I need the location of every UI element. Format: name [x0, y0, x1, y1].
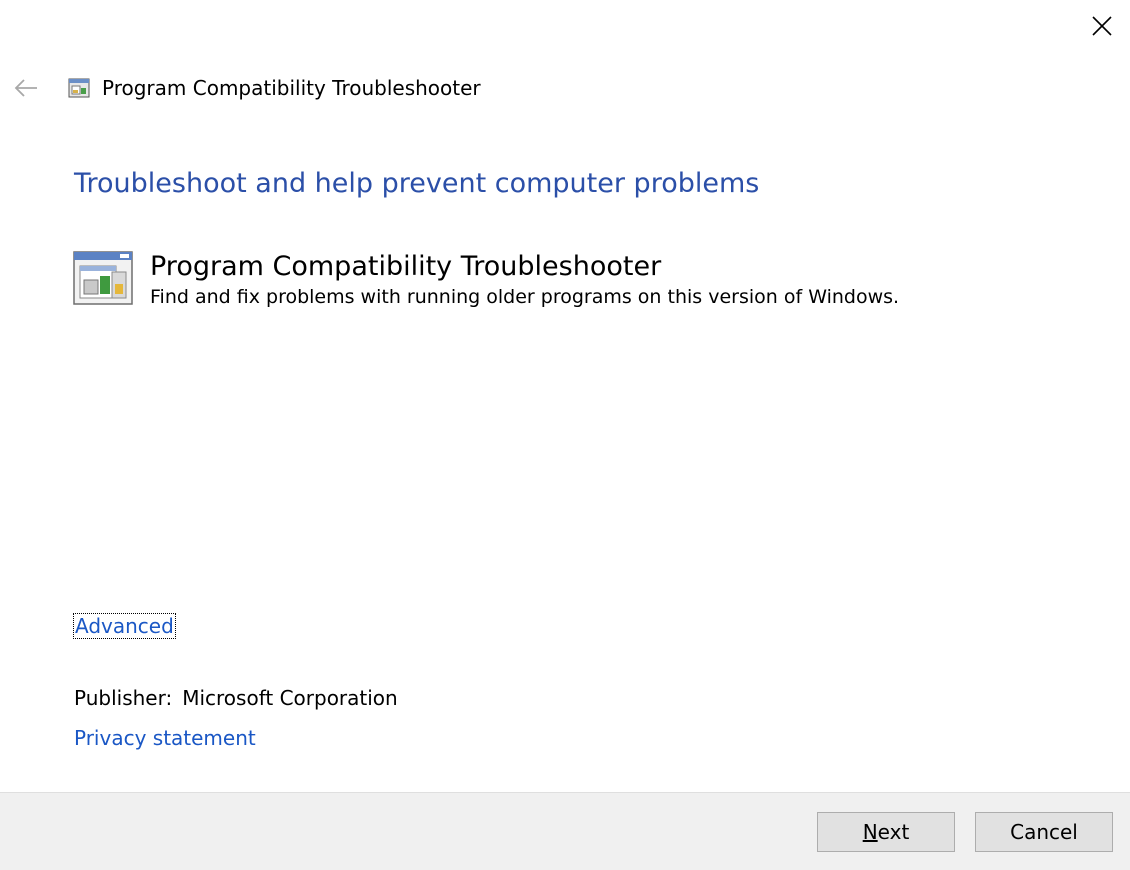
- button-footer: Next Cancel: [0, 792, 1130, 870]
- troubleshooter-item[interactable]: Program Compatibility Troubleshooter Fin…: [72, 250, 899, 310]
- troubleshooter-window: Program Compatibility Troubleshooter Tro…: [0, 0, 1130, 870]
- troubleshooter-small-icon: [68, 76, 92, 100]
- window-title: Program Compatibility Troubleshooter: [102, 76, 481, 100]
- title-bar: Program Compatibility Troubleshooter: [10, 70, 481, 106]
- back-button[interactable]: [10, 72, 42, 104]
- publisher-info: Publisher: Microsoft Corporation: [74, 686, 398, 710]
- close-icon: [1092, 16, 1112, 36]
- next-label: ext: [877, 820, 910, 844]
- cancel-button[interactable]: Cancel: [975, 812, 1113, 852]
- next-mnemonic: N: [862, 820, 878, 844]
- page-heading: Troubleshoot and help prevent computer p…: [74, 168, 760, 199]
- publisher-label: Publisher:: [74, 686, 173, 710]
- advanced-link[interactable]: Advanced: [73, 613, 176, 639]
- publisher-value: Microsoft Corporation: [182, 686, 398, 710]
- troubleshooter-title: Program Compatibility Troubleshooter: [150, 251, 662, 282]
- close-button[interactable]: [1080, 6, 1124, 46]
- troubleshooter-icon: [73, 251, 133, 305]
- privacy-statement-link[interactable]: Privacy statement: [74, 726, 256, 750]
- troubleshooter-description: Find and fix problems with running older…: [150, 286, 900, 308]
- next-button[interactable]: Next: [817, 812, 955, 852]
- back-arrow-icon: [14, 79, 37, 97]
